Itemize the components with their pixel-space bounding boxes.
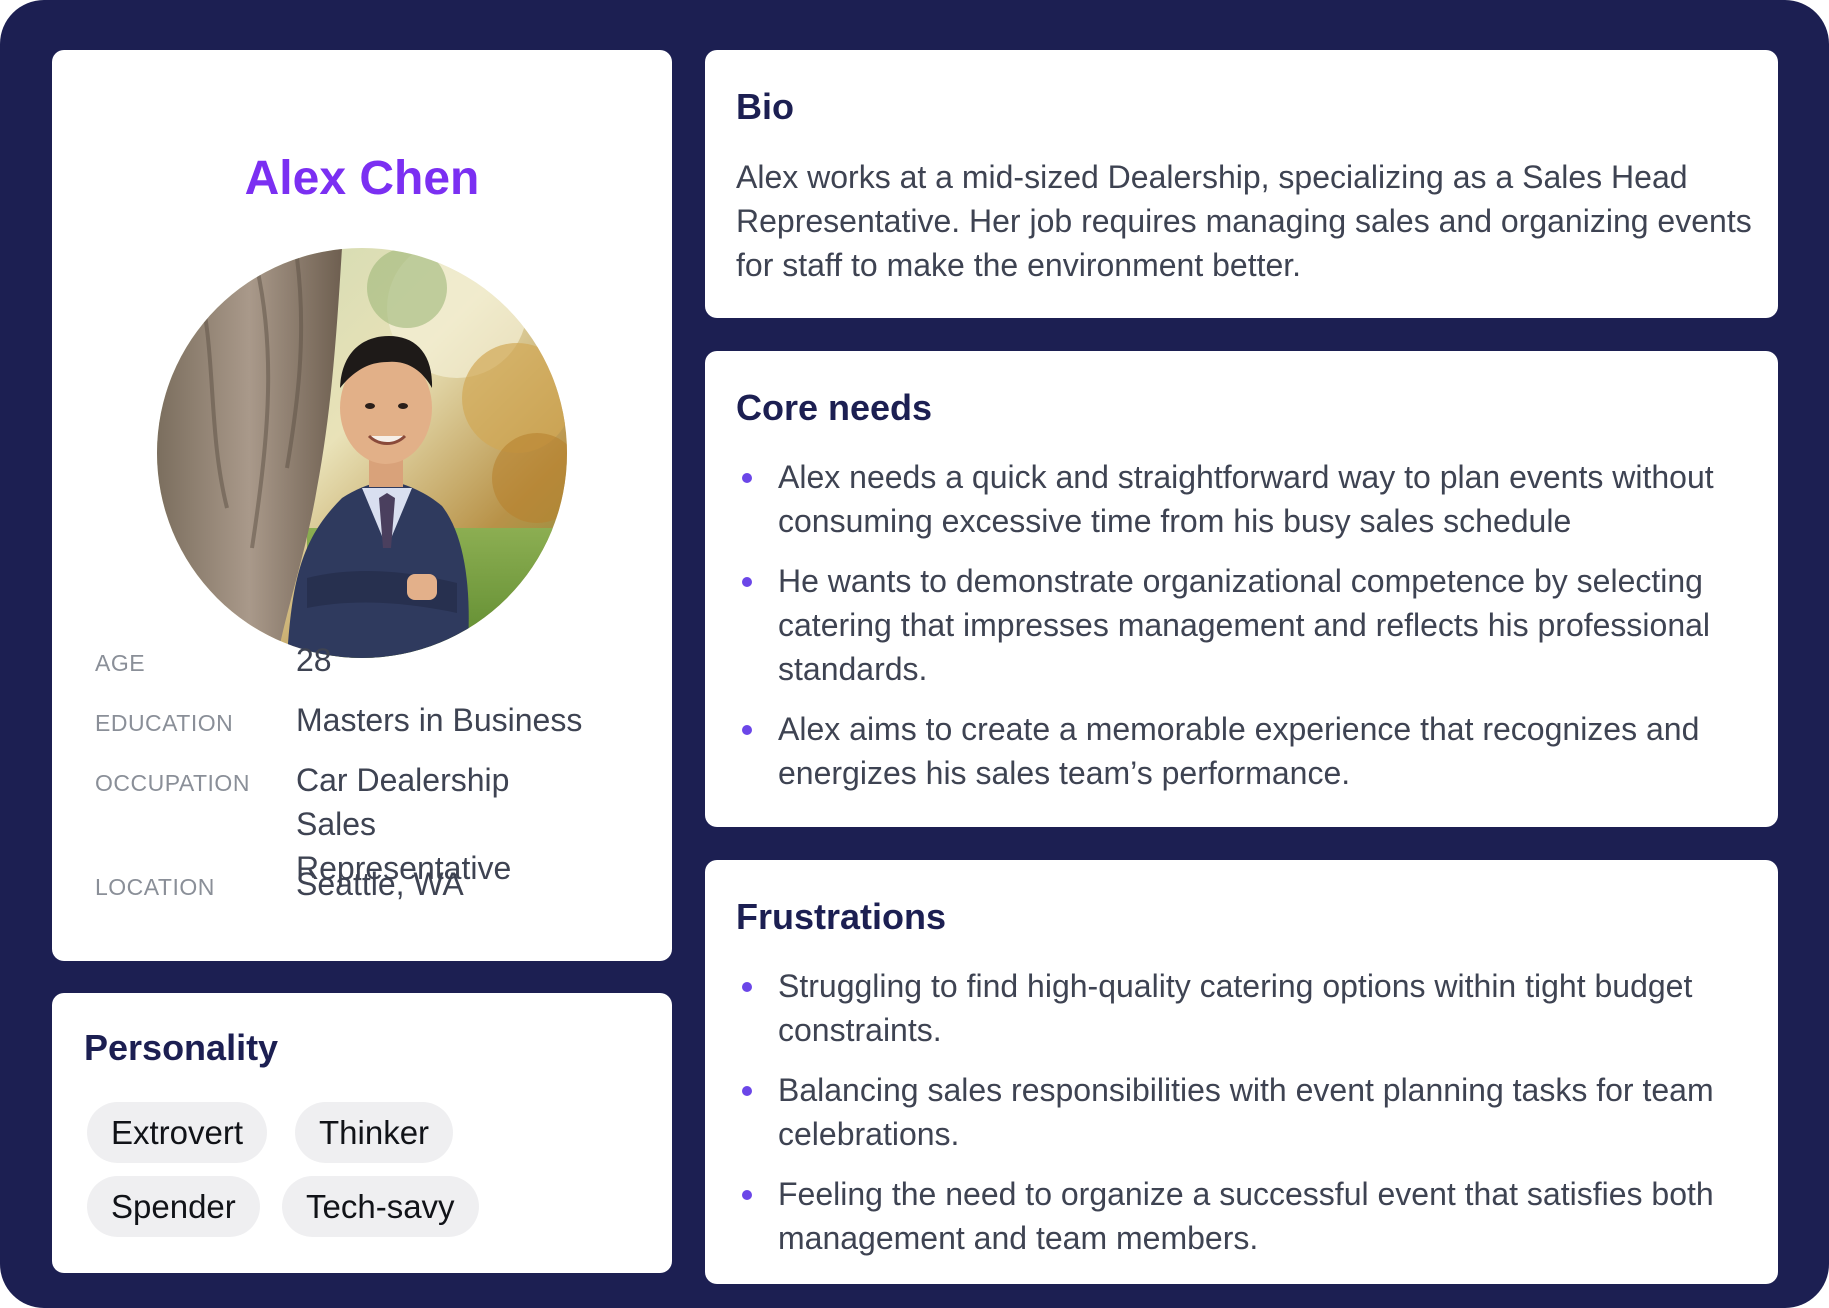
list-item-text: Alex aims to create a memorable experien…: [778, 711, 1700, 791]
list-item: Alex needs a quick and straightforward w…: [736, 455, 1761, 543]
fact-value: Seattle, WA: [296, 866, 464, 902]
personality-tag: Spender: [87, 1176, 260, 1237]
personality-title: Personality: [84, 1027, 279, 1068]
fact-label: AGE: [95, 650, 146, 676]
fact-value: Masters in Business: [296, 702, 583, 738]
list-item: Balancing sales responsibilities with ev…: [736, 1068, 1761, 1156]
personality-tag: Thinker: [295, 1102, 454, 1163]
bullet-icon: [742, 1190, 752, 1200]
bio-card: Bio Alex works at a mid-sized Dealership…: [705, 50, 1778, 318]
core-needs-title: Core needs: [736, 387, 933, 428]
frustrations-title: Frustrations: [736, 896, 947, 937]
bio-text: Alex works at a mid-sized Dealership, sp…: [736, 159, 1752, 283]
frustrations-list: Struggling to find high-quality catering…: [736, 964, 1761, 1276]
bullet-icon: [742, 982, 752, 992]
frustrations-card: Frustrations Struggling to find high-qua…: [705, 860, 1778, 1284]
bullet-icon: [742, 1086, 752, 1096]
profile-card: Alex Chen AGE 28 EDUCATION Masters in Bu…: [52, 50, 672, 961]
list-item-text: Struggling to find high-quality catering…: [778, 968, 1693, 1048]
list-item: He wants to demonstrate organizational c…: [736, 559, 1761, 691]
fact-label: LOCATION: [95, 874, 215, 900]
core-needs-card: Core needs Alex needs a quick and straig…: [705, 351, 1778, 827]
fact-label: EDUCATION: [95, 710, 234, 736]
list-item: Alex aims to create a memorable experien…: [736, 707, 1761, 795]
personality-card: Personality Extrovert Thinker Spender Te…: [52, 993, 672, 1273]
list-item-text: Balancing sales responsibilities with ev…: [778, 1072, 1714, 1152]
bio-title: Bio: [736, 86, 794, 127]
persona-canvas: Alex Chen AGE 28 EDUCATION Masters in Bu…: [0, 0, 1829, 1308]
list-item: Struggling to find high-quality catering…: [736, 964, 1761, 1052]
avatar: [157, 248, 567, 658]
personality-tag: Tech-savy: [282, 1176, 479, 1237]
persona-name: Alex Chen: [244, 152, 480, 205]
bullet-icon: [742, 725, 752, 735]
core-needs-list: Alex needs a quick and straightforward w…: [736, 455, 1761, 811]
fact-value: 28: [296, 642, 332, 678]
fact-label: OCCUPATION: [95, 770, 250, 796]
personality-tag: Extrovert: [87, 1102, 268, 1163]
list-item-text: Feeling the need to organize a successfu…: [778, 1176, 1714, 1256]
list-item: Feeling the need to organize a successfu…: [736, 1172, 1761, 1260]
bullet-icon: [742, 577, 752, 587]
person-portrait-photo-icon: [157, 248, 567, 658]
list-item-text: Alex needs a quick and straightforward w…: [778, 459, 1714, 539]
bullet-icon: [742, 473, 752, 483]
list-item-text: He wants to demonstrate organizational c…: [778, 563, 1711, 687]
